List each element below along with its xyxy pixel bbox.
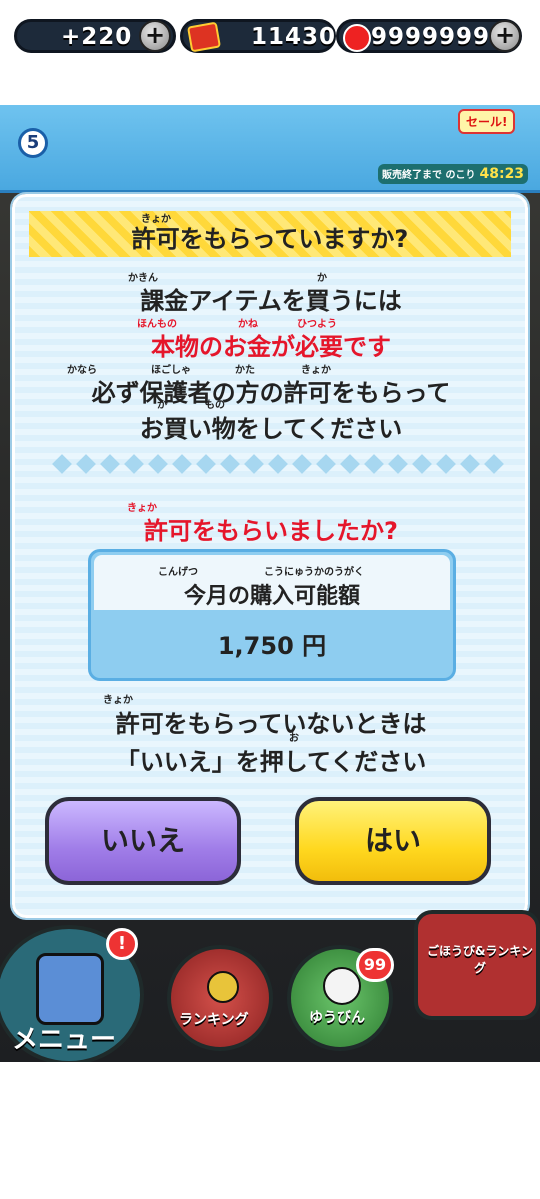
mail-count-badge: 99	[356, 948, 394, 982]
reward-ranking-label: ごほうび&ランキング	[426, 944, 534, 975]
parental-permission-dialog: きょか 許可をもらっていますか? かきん か 課金アイテムを買うには ほんもの …	[12, 194, 528, 918]
menu-character-icon	[36, 953, 104, 1025]
menu-notification-badge: !	[106, 928, 138, 960]
coin-value: 11430	[251, 24, 337, 50]
stamina-plus-button[interactable]: +	[139, 20, 171, 52]
sale-tag[interactable]: セール!	[458, 109, 516, 134]
yes-button[interactable]: はい	[295, 797, 491, 885]
sale-timer: 販売終了まで のこり 48:23	[378, 164, 529, 184]
navigation-bar-area	[0, 1062, 540, 1199]
dialog-line-3: 必ず保護者の方の許可をもらって	[91, 379, 451, 407]
dialog-note-1: 許可をもらっていないときは	[115, 710, 427, 738]
dialog-question: 許可をもらいましたか?	[144, 517, 398, 545]
monthly-limit-header: こんげつ こうにゅうかのうがく 今月の購入可能額	[94, 555, 450, 610]
stamina-level-badge: 5	[18, 128, 48, 158]
dialog-header: きょか 許可をもらっていますか?	[29, 211, 511, 257]
money-plus-button[interactable]: +	[489, 20, 521, 52]
wing-coin-icon	[207, 971, 239, 1003]
stamina-pill: +220 +	[14, 19, 176, 53]
monthly-limit-box: こんげつ こうにゅうかのうがく 今月の購入可能額 1,750 円	[88, 549, 456, 681]
ranking-button[interactable]: ランキング	[167, 945, 273, 1051]
ranking-label: ランキング	[179, 1012, 249, 1028]
coin-pill: 11430	[180, 19, 336, 53]
dialog-line-4: お買い物をしてください	[139, 415, 403, 443]
mail-label: ゆうびん	[309, 1010, 365, 1026]
limit-ruby-a: こんげつ	[158, 567, 198, 578]
money-pill: 9999999 +	[336, 19, 522, 53]
money-value: 9999999	[371, 24, 491, 50]
dialog-note-2: 「いいえ」を押してください	[115, 748, 427, 776]
reward-ranking-button[interactable]: ごほうび&ランキング	[414, 910, 540, 1020]
timer-value: 48:23	[479, 166, 525, 182]
dialog-title: 許可をもらっていますか?	[131, 225, 409, 253]
money-icon	[343, 24, 371, 52]
mail-bird-icon	[323, 967, 361, 1005]
monthly-limit-label: 今月の購入可能額	[183, 584, 360, 609]
stamina-value: +220	[61, 24, 133, 50]
timer-label: 販売終了まで のこり	[382, 170, 476, 181]
no-button[interactable]: いいえ	[45, 797, 241, 885]
monthly-limit-amount: 1,750 円	[217, 632, 327, 660]
limit-ruby-b: こうにゅうかのうがく	[264, 567, 364, 578]
dialog-line-2: 本物のお金が必要です	[151, 333, 391, 361]
menu-label: メニュー	[12, 1025, 117, 1055]
dialog-line-1: 課金アイテムを買うには	[140, 287, 402, 315]
coin-icon	[186, 21, 222, 53]
